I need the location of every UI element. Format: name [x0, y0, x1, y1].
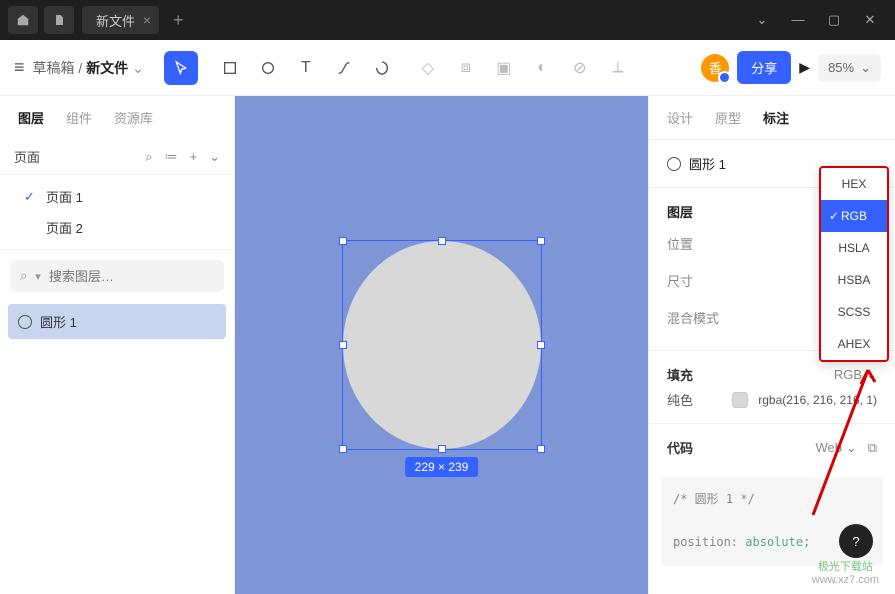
resize-handle[interactable] — [438, 237, 446, 245]
resize-handle[interactable] — [339, 341, 347, 349]
tab-label: 新文件 — [96, 11, 135, 30]
breadcrumb-file[interactable]: 新文件 — [86, 60, 128, 76]
search-icon[interactable]: ⌕ — [145, 149, 152, 165]
frame-icon[interactable]: ▣ — [490, 54, 518, 82]
page-item[interactable]: ✓ 页面 1 — [0, 181, 234, 212]
breadcrumb[interactable]: 草稿箱 / 新文件 ⌄ — [33, 58, 144, 78]
page-label: 页面 2 — [46, 218, 83, 237]
color-swatch[interactable] — [732, 392, 748, 408]
code-prop: position: — [673, 535, 738, 549]
window-titlebar: 新文件 × + ⌄ — ▢ ✕ — [0, 0, 895, 40]
tab-layers[interactable]: 图层 — [18, 108, 44, 127]
link-icon[interactable]: ⊘ — [566, 54, 594, 82]
resize-handle[interactable] — [438, 445, 446, 453]
tab-prototype[interactable]: 原型 — [715, 108, 741, 127]
avatar[interactable]: 香 — [701, 54, 729, 82]
dd-item-hex[interactable]: HEX — [821, 168, 887, 200]
check-icon: ✓ — [24, 189, 38, 205]
dd-item-scss[interactable]: SCSS — [821, 296, 887, 328]
code-title: 代码 — [667, 438, 693, 457]
ellipse-shape[interactable] — [343, 241, 541, 449]
tab-components[interactable]: 组件 — [66, 108, 92, 127]
tab-assets[interactable]: 资源库 — [114, 108, 153, 127]
blend-label: 混合模式 — [667, 308, 719, 327]
search-input[interactable] — [49, 269, 214, 284]
share-button[interactable]: 分享 — [737, 51, 791, 84]
size-label: 尺寸 — [667, 271, 693, 290]
pen-tool-icon[interactable] — [330, 54, 358, 82]
chevron-down-icon[interactable]: ⌄ — [751, 12, 773, 28]
main-toolbar: ≡ 草稿箱 / 新文件 ⌄ T ◇ ⧈ ▣ ◐ ⊘ ⟂ 香 分享 ▶ 85%⌄ — [0, 40, 895, 96]
fill-type: 纯色 — [667, 390, 693, 409]
cursor-tool[interactable] — [164, 51, 198, 85]
layer-label: 圆形 1 — [40, 312, 77, 331]
resize-handle[interactable] — [537, 341, 545, 349]
resize-handle[interactable] — [339, 445, 347, 453]
file-icon[interactable] — [44, 6, 74, 34]
shape-tool-icon[interactable] — [368, 54, 396, 82]
code-comment: /* 圆形 1 */ — [673, 489, 871, 511]
resize-handle[interactable] — [339, 237, 347, 245]
dd-item-ahex[interactable]: AHEX — [821, 328, 887, 360]
color-format-dropdown: HEX RGB HSLA HSBA SCSS AHEX — [819, 166, 889, 362]
chevron-down-icon[interactable]: ⌄ — [209, 149, 220, 165]
minimize-icon[interactable]: — — [787, 12, 809, 28]
diamond-icon[interactable]: ◇ — [414, 54, 442, 82]
zoom-dropdown[interactable]: 85%⌄ — [818, 54, 881, 82]
close-window-icon[interactable]: ✕ — [859, 12, 881, 28]
layer-search[interactable]: ⌕▾ — [10, 260, 224, 292]
circle-shape-icon — [667, 157, 681, 171]
rectangle-tool-icon[interactable] — [216, 54, 244, 82]
add-tab-button[interactable]: + — [173, 10, 184, 31]
fill-value[interactable]: rgba(216, 216, 216, 1) — [758, 393, 877, 407]
page-item[interactable]: 页面 2 — [0, 212, 234, 243]
resize-handle[interactable] — [537, 445, 545, 453]
close-icon[interactable]: × — [143, 12, 151, 28]
pages-header: 页面 ⌕ ≔ + ⌄ — [0, 139, 234, 175]
watermark: 极光下载站 www.xz7.com — [812, 558, 879, 586]
position-label: 位置 — [667, 234, 693, 253]
code-lang-dropdown[interactable]: Web ⌄ ⧉ — [815, 438, 877, 457]
selection-box[interactable]: 229 × 239 — [342, 240, 542, 450]
left-panel: 图层 组件 资源库 页面 ⌕ ≔ + ⌄ ✓ 页面 1 页面 2 ⌕▾ 圆形 1 — [0, 96, 235, 594]
dd-item-rgb[interactable]: RGB — [821, 200, 887, 232]
preview-button[interactable]: ▶ — [799, 59, 810, 76]
fill-title: 填充 — [667, 365, 693, 384]
circle-shape-icon — [18, 315, 32, 329]
mask-icon[interactable]: ◐ — [528, 54, 556, 82]
dimension-badge: 229 × 239 — [405, 457, 479, 477]
help-button[interactable]: ? — [839, 524, 873, 558]
home-icon[interactable] — [8, 6, 38, 34]
dd-item-hsba[interactable]: HSBA — [821, 264, 887, 296]
color-format-dropdown-trigger[interactable]: RGB ⌄ — [834, 365, 877, 384]
crop-icon[interactable]: ⟂ — [604, 54, 632, 82]
pages-label: 页面 — [14, 147, 40, 166]
resize-handle[interactable] — [537, 237, 545, 245]
maximize-icon[interactable]: ▢ — [823, 12, 845, 28]
boolean-icon[interactable]: ⧈ — [452, 54, 480, 82]
tab-annotate[interactable]: 标注 — [763, 108, 789, 127]
code-val: absolute; — [745, 535, 810, 549]
add-page-icon[interactable]: + — [190, 149, 198, 165]
search-icon: ⌕ — [20, 268, 27, 284]
text-tool-icon[interactable]: T — [292, 54, 320, 82]
list-icon[interactable]: ≔ — [165, 149, 178, 165]
ellipse-tool-icon[interactable] — [254, 54, 282, 82]
canvas[interactable]: 229 × 239 — [235, 96, 648, 594]
page-label: 页面 1 — [46, 187, 83, 206]
dd-item-hsla[interactable]: HSLA — [821, 232, 887, 264]
menu-icon[interactable]: ≡ — [14, 57, 25, 78]
tab-design[interactable]: 设计 — [667, 108, 693, 127]
file-tab[interactable]: 新文件 × — [82, 6, 159, 34]
layer-item-selected[interactable]: 圆形 1 — [8, 304, 226, 339]
breadcrumb-folder[interactable]: 草稿箱 — [33, 60, 75, 76]
